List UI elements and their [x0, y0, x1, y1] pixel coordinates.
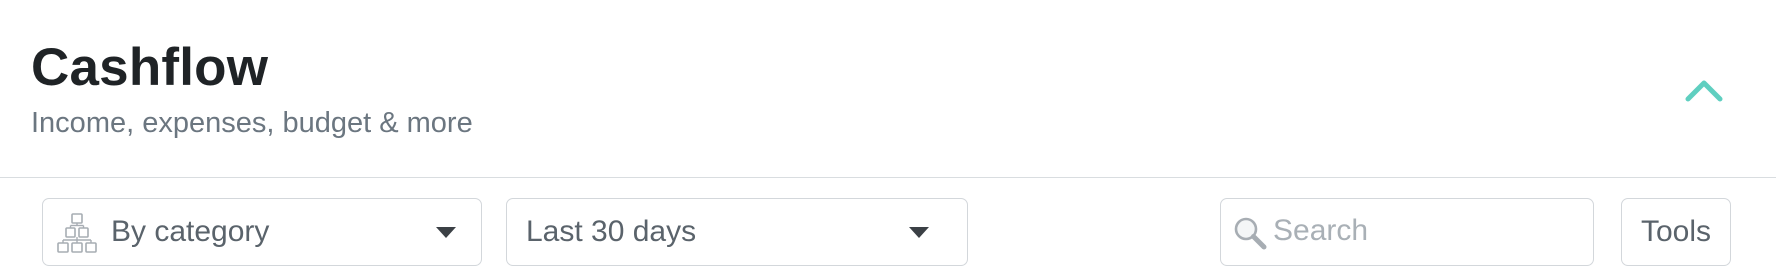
search-input[interactable] — [1273, 211, 1573, 251]
filter-toolbar: By category Last 30 days Tools — [0, 178, 1776, 276]
group-by-value: By category — [111, 215, 270, 248]
cashflow-panel: Cashflow Income, expenses, budget & more — [0, 0, 1776, 276]
hierarchy-icon — [57, 213, 97, 253]
date-range-value: Last 30 days — [526, 215, 697, 248]
collapse-button[interactable] — [1680, 68, 1728, 108]
page-subtitle: Income, expenses, budget & more — [31, 107, 473, 139]
search-icon — [1234, 217, 1267, 250]
page-title: Cashflow — [31, 38, 269, 97]
chevron-up-icon — [1685, 80, 1723, 102]
tools-button[interactable]: Tools — [1621, 198, 1731, 266]
panel-header: Cashflow Income, expenses, budget & more — [0, 0, 1776, 178]
search-box[interactable] — [1220, 198, 1594, 266]
group-by-dropdown[interactable]: By category — [42, 198, 482, 266]
caret-down-icon — [909, 227, 929, 238]
caret-down-icon — [436, 227, 456, 238]
date-range-dropdown[interactable]: Last 30 days — [506, 198, 968, 266]
